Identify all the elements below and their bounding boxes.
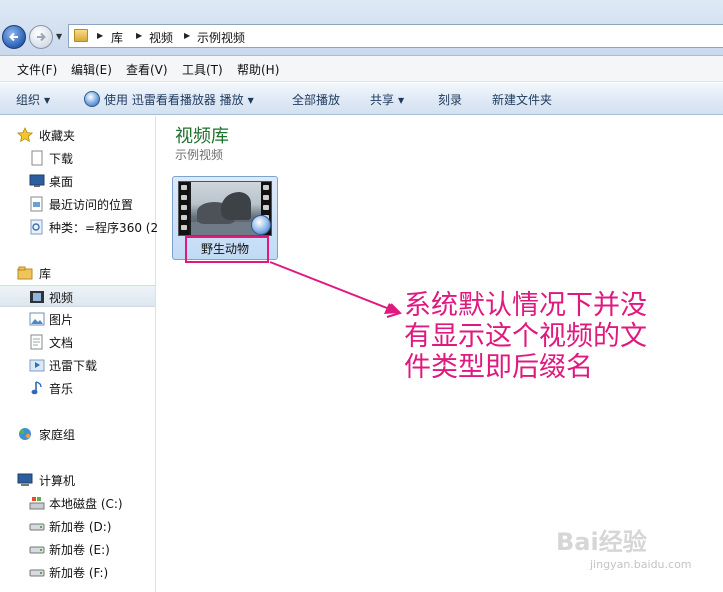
media-player-badge-icon [251, 215, 271, 235]
nav-label: 视频 [49, 291, 74, 305]
menu-edit[interactable]: 编辑(E) [71, 61, 112, 78]
back-arrow-icon [9, 32, 18, 42]
chevron-down-icon: ▼ [247, 96, 254, 105]
navigation-pane: 收藏夹 下载 桌面 最近访问的位置 种类：=程序360 (2 库 视频 图片 文… [0, 116, 159, 592]
downloads-icon [31, 150, 43, 166]
library-icon [17, 266, 33, 280]
nav-computer-header[interactable]: 计算机 [0, 469, 155, 491]
nav-label: 库 [39, 267, 52, 281]
computer-icon [17, 473, 33, 486]
nav-label: 本地磁盘 (C:) [49, 497, 123, 511]
nav-label: 图片 [49, 313, 74, 327]
command-bar: 组织 ▼ 使用 迅雷看看播放器 播放 ▼ 全部播放 共享 ▼ 刻录 新建文件夹 [0, 83, 723, 115]
nav-label: 最近访问的位置 [49, 198, 134, 212]
nav-item-documents[interactable]: 文档 [0, 331, 155, 353]
desktop-icon [29, 174, 45, 187]
music-note-icon [31, 381, 42, 395]
nav-item-xunlei-downloads[interactable]: 迅雷下载 [0, 354, 155, 376]
breadcrumb-item[interactable]: 视频 [149, 29, 173, 46]
breadcrumb-separator-icon[interactable]: ▶ [184, 31, 190, 40]
baidu-jingyan-watermark: Bai经验 [556, 528, 647, 556]
nav-label: 家庭组 [39, 428, 76, 442]
documents-icon [30, 334, 43, 350]
history-dropdown-icon[interactable]: ▼ [56, 32, 65, 41]
baidu-jingyan-url-watermark: jingyan.baidu.com [590, 558, 692, 571]
chevron-down-icon: ▼ [398, 96, 405, 105]
xunlei-download-icon [29, 359, 45, 372]
nav-item-drive-f[interactable]: 新加卷 (F:) [0, 561, 155, 583]
play-with-label: 使用 迅雷看看播放器 播放 [104, 93, 244, 107]
nav-item-videos[interactable]: 视频 [0, 285, 155, 307]
nav-item-pictures[interactable]: 图片 [0, 308, 155, 330]
organize-button[interactable]: 组织 ▼ [16, 91, 50, 108]
nav-libraries-header[interactable]: 库 [0, 262, 155, 284]
breadcrumb-separator-icon[interactable]: ▶ [97, 31, 103, 40]
address-bar-area: ▼ ▶ 库 ▶ 视频 ▶ 示例视频 [0, 0, 723, 56]
nav-label: 迅雷下载 [49, 359, 98, 373]
nav-label: 文档 [49, 336, 74, 350]
homegroup-icon [19, 428, 31, 440]
breadcrumb-item[interactable]: 示例视频 [197, 29, 245, 46]
nav-item-desktop[interactable]: 桌面 [0, 170, 155, 192]
menu-bar: 文件(F) 编辑(E) 查看(V) 工具(T) 帮助(H) [0, 56, 723, 82]
forward-arrow-icon [37, 32, 46, 42]
nav-label: 新加卷 (F:) [49, 566, 109, 580]
nav-item-homegroup[interactable]: 家庭组 [0, 423, 155, 445]
nav-item-drive-e[interactable]: 新加卷 (E:) [0, 538, 155, 560]
nav-favorites-header[interactable]: 收藏夹 [0, 124, 155, 146]
breadcrumb-item[interactable]: 库 [111, 29, 123, 46]
drive-icon [29, 546, 45, 554]
nav-label: 计算机 [39, 474, 76, 488]
nav-label: 收藏夹 [39, 129, 76, 143]
back-button[interactable] [2, 25, 26, 49]
recent-places-icon [30, 196, 43, 212]
nav-item-drive-c[interactable]: 本地磁盘 (C:) [0, 492, 155, 514]
forward-button[interactable] [29, 25, 53, 49]
film-strip-left [179, 182, 189, 235]
nav-item-saved-search[interactable]: 种类：=程序360 (2 [0, 216, 159, 238]
drive-icon [29, 523, 45, 531]
new-folder-button[interactable]: 新建文件夹 [492, 91, 552, 108]
nav-item-downloads[interactable]: 下载 [0, 147, 155, 169]
share-label: 共享 [370, 93, 395, 107]
breadcrumb-separator-icon[interactable]: ▶ [136, 31, 142, 40]
annotation-text: 系统默认情况下并没有显示这个视频的文件类型即后缀名 [404, 290, 647, 383]
nav-label: 种类：=程序360 (2 [49, 221, 159, 235]
drive-icon [29, 569, 45, 577]
nav-item-music[interactable]: 音乐 [0, 377, 155, 399]
menu-view[interactable]: 查看(V) [126, 61, 168, 78]
share-button[interactable]: 共享 ▼ [370, 91, 404, 108]
star-icon [17, 127, 33, 143]
nav-label: 新加卷 (D:) [49, 520, 112, 534]
folder-icon [74, 29, 88, 42]
menu-help[interactable]: 帮助(H) [237, 61, 279, 78]
nav-label: 桌面 [49, 175, 74, 189]
saved-search-icon [30, 219, 43, 235]
play-all-button[interactable]: 全部播放 [292, 91, 340, 108]
pictures-icon [29, 312, 45, 326]
system-drive-icon [29, 497, 45, 510]
menu-tools[interactable]: 工具(T) [182, 61, 223, 78]
chevron-down-icon: ▼ [44, 96, 51, 105]
library-title: 视频库 [175, 126, 229, 147]
video-library-icon [30, 291, 44, 303]
menu-file[interactable]: 文件(F) [17, 61, 57, 78]
nav-label: 下载 [49, 152, 74, 166]
nav-item-drive-d[interactable]: 新加卷 (D:) [0, 515, 155, 537]
nav-item-recent-places[interactable]: 最近访问的位置 [0, 193, 155, 215]
address-field[interactable]: ▶ 库 ▶ 视频 ▶ 示例视频 [68, 24, 723, 48]
burn-button[interactable]: 刻录 [438, 91, 462, 108]
organize-label: 组织 [16, 93, 41, 107]
media-player-icon [84, 91, 100, 107]
nav-label: 新加卷 (E:) [49, 543, 110, 557]
play-with-button[interactable]: 使用 迅雷看看播放器 播放 ▼ [104, 91, 254, 108]
annotation-highlight-box [185, 236, 269, 263]
nav-label: 音乐 [49, 382, 74, 396]
library-subtitle: 示例视频 [175, 148, 224, 162]
